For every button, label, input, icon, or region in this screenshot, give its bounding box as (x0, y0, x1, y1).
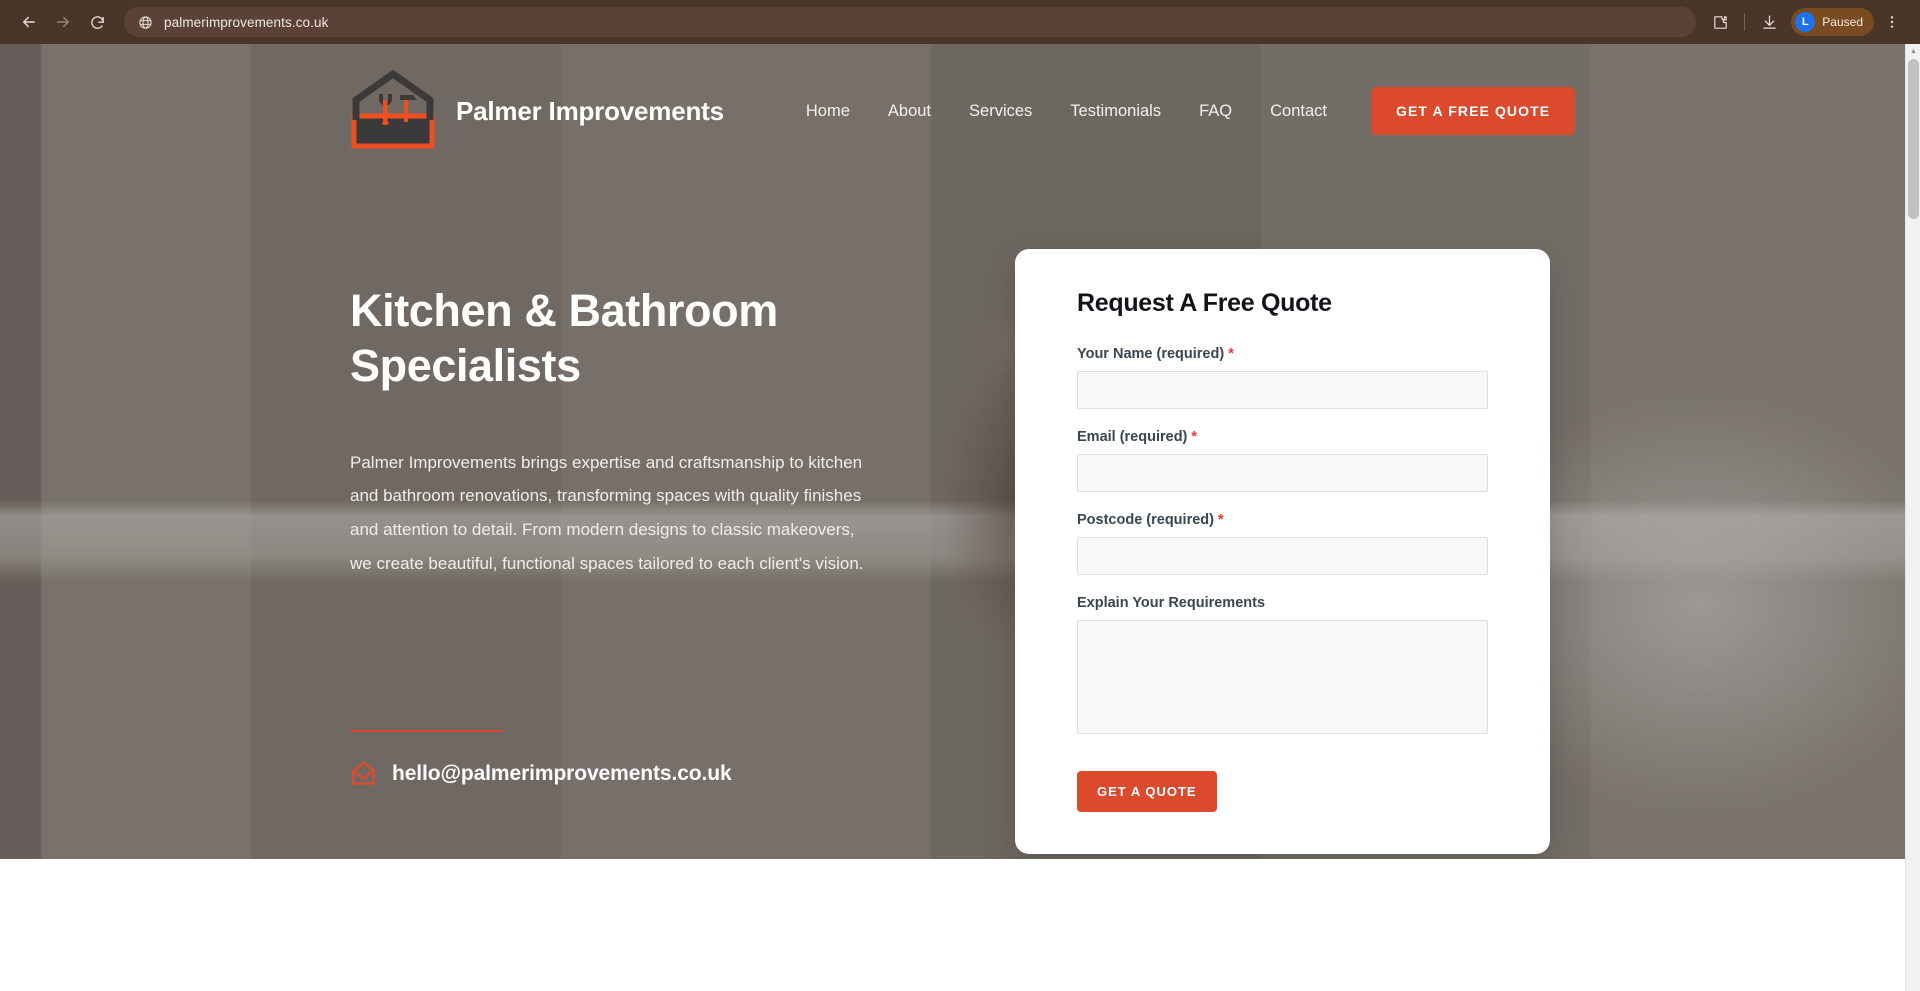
reload-icon (90, 15, 104, 29)
extensions-puzzle-icon (1714, 15, 1727, 29)
address-bar[interactable]: palmerimprovements.co.uk (124, 7, 1697, 37)
hero-inner: Palmer Improvements Home About Services … (0, 44, 1905, 859)
get-a-quote-submit-button[interactable]: GET A QUOTE (1077, 771, 1217, 812)
house-tools-logo-icon (351, 70, 435, 149)
main-navigation: Home About Services Testimonials FAQ Con… (806, 102, 1327, 121)
required-asterisk: * (1191, 429, 1198, 445)
page-content: Palmer Improvements Home About Services … (0, 44, 1905, 991)
field-label-text: Postcode (required) (1077, 512, 1214, 528)
hero-copy: Kitchen & Bathroom Specialists Palmer Im… (350, 284, 890, 580)
nav-item-testimonials[interactable]: Testimonials (1070, 102, 1161, 121)
postcode-input[interactable] (1077, 537, 1488, 575)
brand-name: Palmer Improvements (456, 95, 724, 126)
three-dot-menu-icon (1890, 16, 1894, 28)
field-label-requirements: Explain Your Requirements (1077, 595, 1266, 611)
toolbar-divider (1744, 13, 1746, 31)
quote-form-title: Request A Free Quote (1077, 289, 1332, 317)
about-section: About Us (0, 859, 1905, 991)
field-label-your-name: Your Name (required) * (1077, 346, 1488, 362)
extensions-button[interactable] (1704, 6, 1736, 38)
hero-email-address: hello@palmerimprovements.co.uk (392, 761, 732, 785)
brand-logo-link[interactable]: Palmer Improvements (350, 70, 724, 152)
your-name-input[interactable] (1077, 371, 1488, 409)
nav-item-home[interactable]: Home (806, 102, 850, 121)
field-label-email: Email (required) * (1077, 429, 1488, 445)
back-arrow-icon (23, 16, 35, 28)
scrollbar-up-arrow[interactable]: ▲ (1906, 44, 1920, 59)
avatar: L (1795, 12, 1816, 32)
required-asterisk: * (1218, 512, 1224, 528)
hero-title: Kitchen & Bathroom Specialists (350, 285, 778, 391)
hero-subtitle: Palmer Improvements brings expertise and… (350, 452, 864, 573)
scrollbar-thumb[interactable] (1908, 59, 1919, 219)
hero-divider (350, 730, 504, 732)
nav-item-services[interactable]: Services (969, 102, 1032, 121)
nav-item-contact[interactable]: Contact (1270, 102, 1327, 121)
field-label-postcode: Postcode (required) * (1077, 512, 1488, 528)
back-button[interactable] (12, 5, 46, 39)
request-quote-card: Request A Free Quote Your Name (required… (1015, 249, 1550, 854)
page-scrollbar[interactable]: ▲ (1905, 44, 1920, 991)
field-email: Email (required) * (1077, 429, 1488, 492)
header-get-free-quote-button[interactable]: GET A FREE QUOTE (1370, 87, 1576, 135)
site-header: Palmer Improvements Home About Services … (350, 66, 1905, 156)
email-input[interactable] (1077, 454, 1488, 492)
page-viewport: Palmer Improvements Home About Services … (0, 44, 1920, 991)
url-text: palmerimprovements.co.uk (164, 14, 329, 30)
forward-button[interactable] (46, 5, 80, 39)
field-label-text: Email (required) (1077, 429, 1188, 445)
downloads-button[interactable] (1753, 6, 1785, 38)
field-label-text: Your Name (required) (1077, 346, 1225, 362)
profile-status-label: Paused (1822, 15, 1863, 29)
chrome-menu-button[interactable] (1876, 6, 1908, 38)
globe-icon (136, 13, 154, 31)
hero-email-row[interactable]: hello@palmerimprovements.co.uk (350, 760, 732, 787)
requirements-textarea[interactable] (1077, 620, 1488, 734)
field-your-name: Your Name (required) * (1077, 346, 1488, 409)
envelope-icon (352, 761, 375, 785)
toolbar-actions: L Paused (1704, 6, 1908, 38)
required-asterisk: * (1228, 346, 1234, 362)
field-postcode: Postcode (required) * (1077, 512, 1488, 575)
nav-item-about[interactable]: About (888, 102, 931, 121)
profile-button[interactable]: L Paused (1791, 8, 1874, 36)
field-requirements: Explain Your Requirements (1077, 595, 1488, 739)
forward-arrow-icon (57, 16, 69, 28)
reload-button[interactable] (80, 5, 114, 39)
browser-toolbar: palmerimprovements.co.uk L Paused (0, 0, 1920, 44)
download-icon (1762, 14, 1776, 29)
hero-section: Palmer Improvements Home About Services … (0, 44, 1905, 859)
nav-item-faq[interactable]: FAQ (1199, 102, 1232, 121)
